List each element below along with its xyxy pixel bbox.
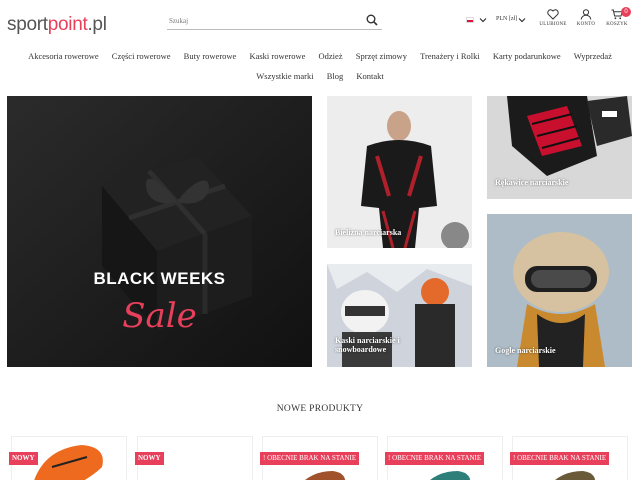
- heart-icon: [547, 9, 559, 20]
- nav-item-sprzet-zimowy[interactable]: Sprzęt zimowy: [356, 51, 407, 61]
- logo-part-domain: .pl: [87, 14, 107, 35]
- nav-item-buty-rowerowe[interactable]: Buty rowerowe: [184, 51, 237, 61]
- black-weeks-banner[interactable]: BLACK WEEKS Sale: [7, 96, 312, 367]
- bielizna-banner[interactable]: Bielizna narciarska: [327, 96, 472, 248]
- chevron-down-icon: [518, 18, 526, 23]
- new-badge: NOWY: [9, 452, 38, 465]
- nav-item-wszystkie-marki[interactable]: Wszystkie marki: [256, 71, 313, 81]
- nav-item-akcesoria-rowerowe[interactable]: Akcesoria rowerowe: [28, 51, 99, 61]
- header: sportpoint.pl PLN [zł] ULUBIONE KONTO: [0, 0, 640, 48]
- kaski-label: Kaski narciarskie i snowboardowe: [335, 336, 400, 354]
- nav-item-kontakt[interactable]: Kontakt: [356, 71, 383, 81]
- base-layer-athlete-image: [327, 96, 472, 248]
- gogle-banner[interactable]: Gogle narciarskie: [487, 214, 632, 367]
- sale-subtitle: Sale: [122, 296, 197, 336]
- rekawice-banner[interactable]: Rękawice narciarskie: [487, 96, 632, 199]
- kaski-label-line2: snowboardowe: [335, 345, 387, 354]
- out-of-stock-badge: ! OBECNIE BRAK NA STANIE: [260, 452, 360, 465]
- language-selector[interactable]: [466, 14, 488, 26]
- cart-label: KOSZYK: [606, 22, 628, 27]
- favorites-label: ULUBIONE: [539, 22, 567, 27]
- out-of-stock-badge: ! OBECNIE BRAK NA STANIE: [510, 452, 610, 465]
- nav-row-primary: Akcesoria rowerowe Części rowerowe Buty …: [0, 51, 640, 61]
- logo-part-point: point: [47, 14, 88, 35]
- out-of-stock-badge: ! OBECNIE BRAK NA STANIE: [385, 452, 485, 465]
- currency-label: PLN [zł]: [496, 16, 518, 22]
- nav-item-czesci-rowerowe[interactable]: Części rowerowe: [112, 51, 171, 61]
- ski-goggles-image: [487, 214, 632, 367]
- kaski-banner[interactable]: Kaski narciarskie i snowboardowe: [327, 264, 472, 367]
- nav-row-secondary: Wszystkie marki Blog Kontakt: [0, 71, 640, 81]
- account-label: KONTO: [576, 22, 596, 27]
- bielizna-label: Bielizna narciarska: [335, 228, 402, 237]
- user-icon: [580, 9, 592, 20]
- gogle-label: Gogle narciarskie: [495, 346, 556, 355]
- nav-item-karty-podarunkowe[interactable]: Karty podarunkowe: [493, 51, 561, 61]
- nav-item-odziez[interactable]: Odzież: [319, 51, 343, 61]
- new-products-title: NOWE PRODUKTY: [276, 404, 364, 414]
- new-badge: NOWY: [135, 452, 164, 465]
- poland-flag-icon: [466, 17, 474, 23]
- rekawice-label: Rękawice narciarskie: [495, 178, 569, 187]
- nav-item-wyprzedaz[interactable]: Wyprzedaż: [574, 51, 612, 61]
- kaski-label-line1: Kaski narciarskie i: [335, 336, 400, 345]
- chevron-down-icon: [479, 18, 487, 23]
- search-input[interactable]: [167, 12, 347, 30]
- logo-part-sport: sport: [7, 14, 48, 35]
- nav-item-blog[interactable]: Blog: [327, 71, 344, 81]
- black-weeks-title: BLACK WEEKS: [93, 269, 226, 288]
- currency-selector[interactable]: PLN [zł]: [496, 14, 528, 26]
- logo[interactable]: sportpoint.pl: [7, 14, 107, 36]
- nav-item-trenazery-i-rolki[interactable]: Trenażery i Rolki: [420, 51, 480, 61]
- favorites-button[interactable]: ULUBIONE: [536, 9, 570, 27]
- search-bar: [167, 10, 382, 30]
- cart-count-badge: 0: [621, 7, 631, 17]
- search-icon[interactable]: [366, 14, 378, 26]
- nav-item-kaski-rowerowe[interactable]: Kaski rowerowe: [249, 51, 305, 61]
- account-button[interactable]: KONTO: [574, 9, 598, 27]
